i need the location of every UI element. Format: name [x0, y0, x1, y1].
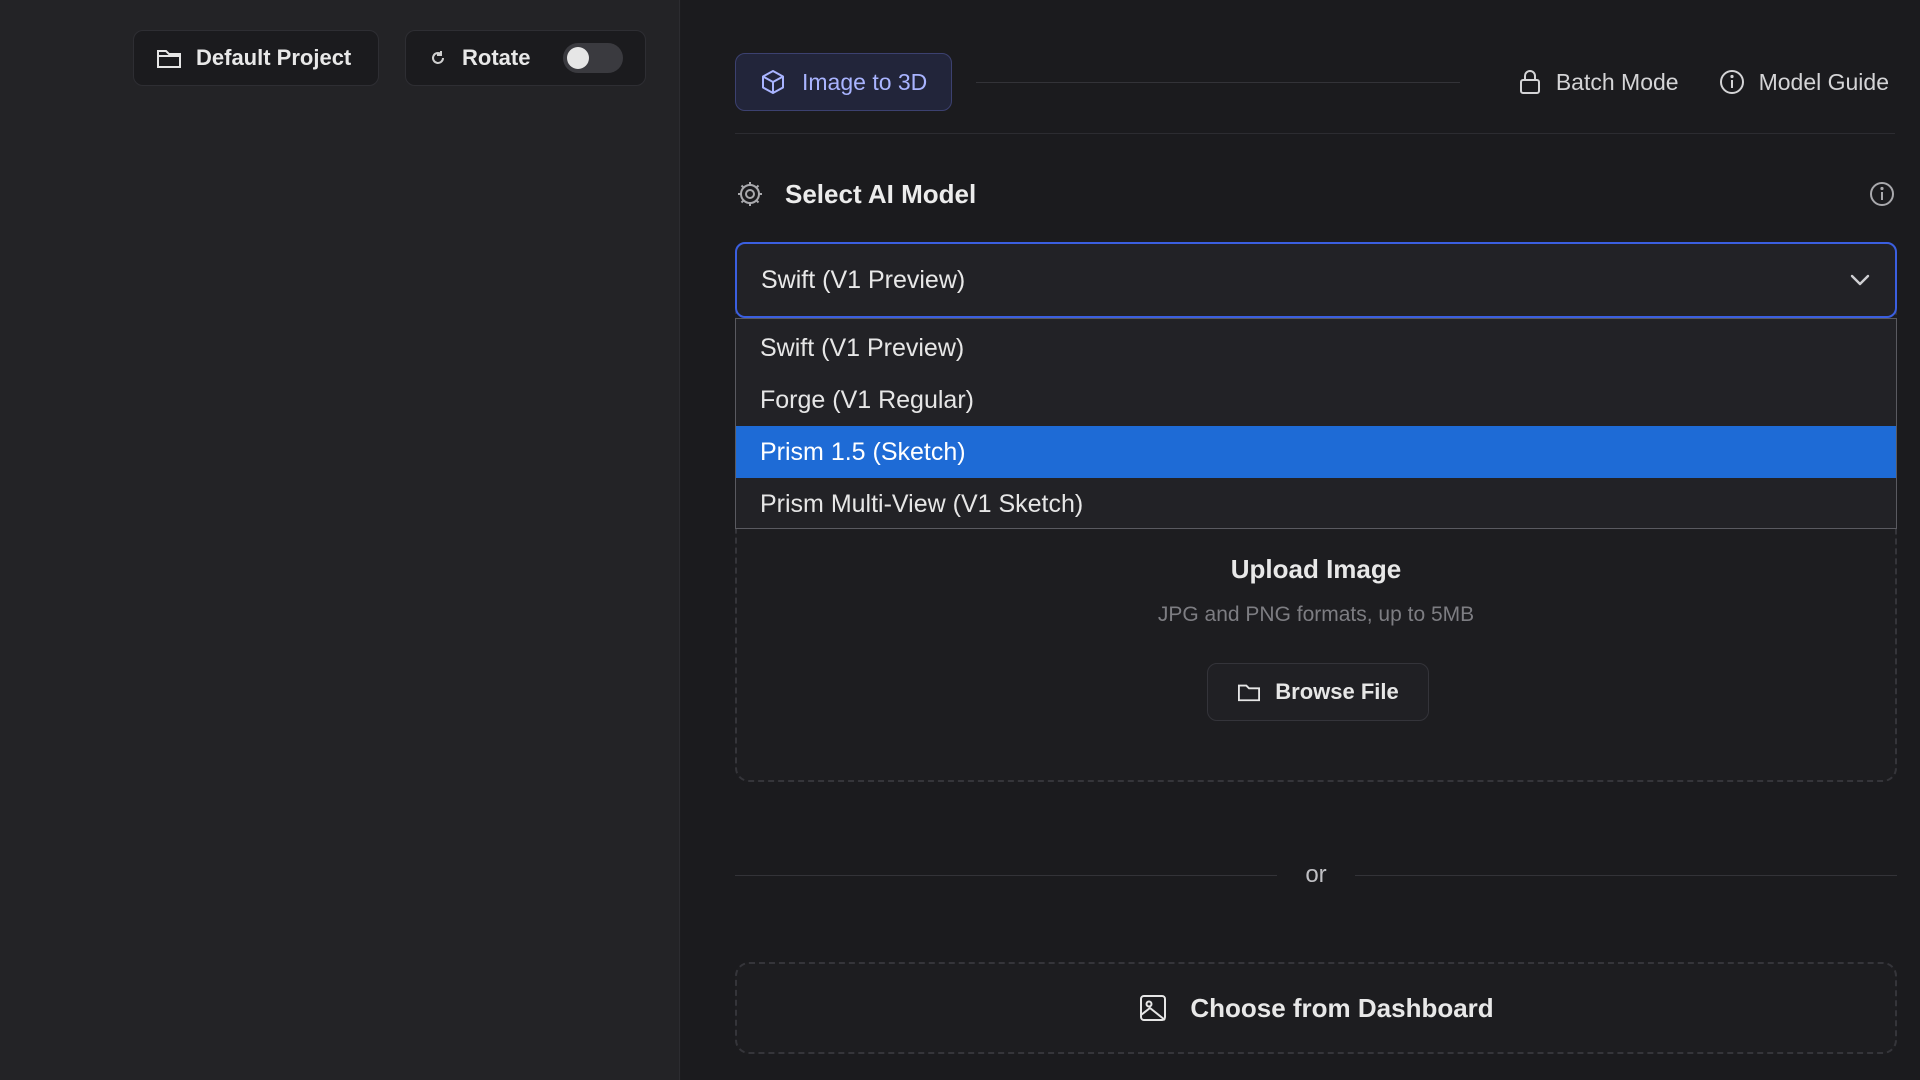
separator-line — [735, 874, 1278, 876]
browse-label: Browse File — [1275, 679, 1399, 704]
upload-title: Upload Image — [1230, 554, 1402, 584]
tab-label: Image to 3D — [802, 68, 928, 95]
project-button[interactable]: Default Project — [133, 30, 379, 86]
upload-subtitle: JPG and PNG formats, up to 5MB — [1157, 603, 1475, 626]
mode-tabbar: Image to 3D Batch Mode Model Guide — [735, 52, 1895, 112]
lock-icon — [1518, 69, 1542, 95]
separator-line — [1354, 874, 1897, 876]
tab-label: Batch Mode — [1555, 68, 1679, 95]
app-root: Default Project Rotate Image to 3D Batch… — [0, 0, 1920, 1080]
section-title: Select AI Model — [785, 178, 977, 209]
separator-text: or — [1305, 861, 1327, 888]
tab-divider — [976, 81, 1460, 83]
tab-image-to-3d[interactable]: Image to 3D — [735, 53, 953, 111]
model-section-header: Select AI Model — [735, 170, 1895, 218]
rotate-icon — [428, 48, 448, 68]
info-icon — [1719, 69, 1745, 95]
dropdown-option[interactable]: Forge (V1 Regular) — [736, 374, 1896, 426]
image-icon — [1138, 993, 1168, 1023]
rotate-label: Rotate — [462, 45, 531, 70]
control-panel: Image to 3D Batch Mode Model Guide Selec… — [681, 0, 1920, 1080]
dropdown-option-highlighted[interactable]: Prism 1.5 (Sketch) — [736, 426, 1896, 478]
dashboard-label: Choose from Dashboard — [1190, 992, 1494, 1023]
cube-icon — [760, 69, 786, 95]
tab-model-guide[interactable]: Model Guide — [1713, 53, 1895, 111]
model-dropdown-list: Swift (V1 Preview) Forge (V1 Regular) Pr… — [735, 318, 1897, 529]
choose-from-dashboard-button[interactable]: Choose from Dashboard — [735, 962, 1897, 1054]
project-label: Default Project — [196, 45, 352, 70]
folder-icon — [1237, 681, 1261, 703]
chevron-down-icon — [1849, 273, 1871, 287]
model-select[interactable]: Swift (V1 Preview) — [735, 242, 1897, 318]
toggle-knob — [567, 47, 589, 69]
tab-label: Model Guide — [1758, 68, 1889, 95]
dropdown-option[interactable]: Prism Multi-View (V1 Sketch) — [736, 478, 1896, 530]
tab-batch-mode[interactable]: Batch Mode — [1512, 53, 1685, 111]
info-icon[interactable] — [1869, 181, 1895, 207]
browse-file-button[interactable]: Browse File — [1207, 663, 1429, 721]
select-value: Swift (V1 Preview) — [761, 265, 966, 294]
or-separator: or — [735, 858, 1897, 892]
dropdown-option[interactable]: Swift (V1 Preview) — [736, 322, 1896, 374]
rotate-control: Rotate — [405, 30, 646, 86]
header-divider — [735, 133, 1895, 134]
model-viewport[interactable]: Default Project Rotate — [0, 0, 680, 1080]
gear-icon — [735, 179, 765, 209]
rotate-toggle[interactable] — [563, 43, 623, 73]
folder-icon — [156, 46, 182, 70]
